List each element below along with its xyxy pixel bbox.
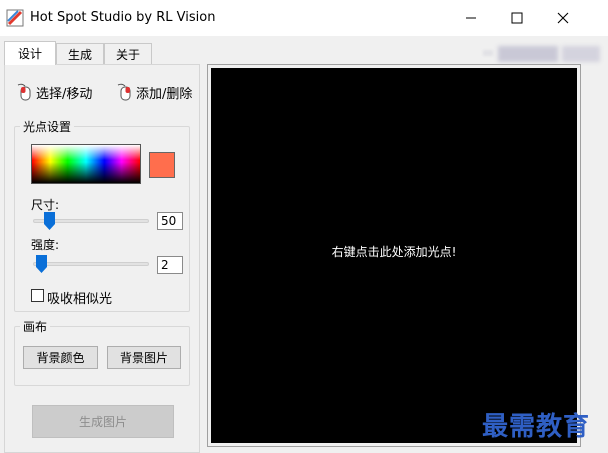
app-icon — [6, 9, 24, 27]
intensity-slider-track[interactable] — [33, 262, 149, 266]
watermark-text: 最需教育 — [482, 412, 591, 442]
size-value-field[interactable]: 50 — [157, 212, 183, 230]
tab-design[interactable]: 设计 — [4, 41, 56, 65]
close-button[interactable] — [540, 0, 586, 36]
mouse-icon — [17, 83, 31, 101]
title-bar: Hot Spot Studio by RL Vision — [0, 0, 608, 36]
background-color-button[interactable]: 背景颜色 — [23, 346, 98, 369]
minimize-icon — [466, 17, 476, 19]
maximize-button[interactable] — [494, 0, 540, 36]
tab-generate[interactable]: 生成 — [56, 43, 104, 64]
size-slider-thumb[interactable] — [44, 212, 55, 230]
intensity-label: 强度: — [31, 238, 60, 252]
tab-about[interactable]: 关于 — [104, 43, 152, 64]
window-title: Hot Spot Studio by RL Vision — [30, 10, 216, 25]
intensity-value-field[interactable]: 2 — [157, 256, 183, 274]
canvas-settings-label: 画布 — [20, 318, 51, 335]
blurred-region — [483, 50, 493, 56]
minimize-button[interactable] — [448, 0, 494, 36]
blurred-region — [562, 46, 600, 62]
select-move-mode-button[interactable]: 选择/移动 — [16, 82, 92, 102]
preview-hint-text: 右键点击此处添加光点! — [331, 245, 457, 259]
add-remove-mode-button[interactable]: 添加/删除 — [116, 82, 192, 102]
intensity-slider-thumb[interactable] — [36, 255, 47, 273]
select-move-label: 选择/移动 — [36, 86, 93, 102]
add-remove-label: 添加/删除 — [136, 86, 193, 102]
absorb-similar-label: 吸收相似光 — [47, 292, 113, 307]
size-label: 尺寸: — [31, 198, 60, 212]
mouse-icon — [117, 83, 131, 101]
color-spectrum-picker[interactable] — [31, 144, 141, 184]
absorb-similar-checkbox[interactable] — [31, 289, 44, 302]
background-image-button[interactable]: 背景图片 — [107, 346, 181, 369]
color-swatch[interactable] — [149, 152, 175, 178]
close-icon — [557, 12, 569, 24]
generate-image-button[interactable]: 生成图片 — [32, 405, 174, 438]
spot-settings-label: 光点设置 — [20, 118, 75, 135]
maximize-icon — [511, 12, 523, 24]
blurred-region — [498, 46, 558, 62]
